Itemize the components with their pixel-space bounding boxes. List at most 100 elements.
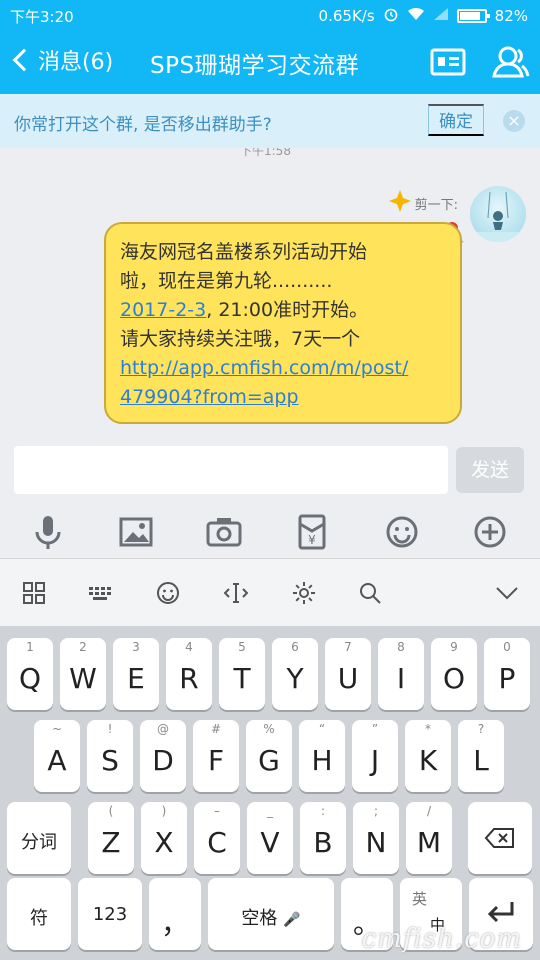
number-key[interactable]: 123 — [78, 878, 142, 950]
mic-small-icon: 🎤 — [283, 912, 301, 928]
chat-area[interactable]: 下午1:58 剪一下: 海友网冠名盖楼系列活动开始 啦，现在是第九轮......… — [0, 148, 540, 434]
confirm-button[interactable]: 确定 — [428, 104, 484, 136]
group-members-icon[interactable] — [488, 44, 530, 80]
key-q[interactable]: 1Q — [7, 638, 53, 710]
alarm-icon — [383, 6, 399, 26]
key-label: X — [154, 826, 174, 859]
plus-icon[interactable] — [470, 512, 510, 552]
key-hint: ; — [373, 804, 379, 818]
key-label: Q — [18, 662, 42, 695]
key-f[interactable]: # F — [193, 720, 239, 792]
chevron-down-icon[interactable] — [494, 581, 520, 607]
close-icon[interactable]: × — [503, 110, 525, 132]
key-label: H — [311, 744, 333, 777]
gear-icon[interactable] — [292, 581, 318, 607]
key-p[interactable]: 0P — [484, 638, 530, 710]
chevron-left-icon — [12, 48, 36, 72]
key-hint: 2 — [79, 640, 87, 654]
key-hint: @ — [157, 722, 169, 736]
sender-name: 剪一下: — [414, 197, 458, 213]
send-button[interactable]: 发送 — [456, 447, 524, 493]
banner-message: 你常打开这个群, 是否移出群助手? — [14, 115, 272, 135]
emoji-icon[interactable] — [382, 512, 422, 552]
keyboard-icon[interactable] — [88, 581, 114, 607]
message-line: 啦，现在是第九轮.......... — [120, 270, 333, 292]
status-bar: 下午3:20 0.65K/s 82% — [0, 0, 540, 30]
key-m[interactable]: / M — [406, 802, 452, 874]
key-a[interactable]: ~ A — [34, 720, 80, 792]
group-helper-banner: 你常打开这个群, 是否移出群助手? 确定 × — [0, 94, 540, 148]
key-r[interactable]: 4R — [166, 638, 212, 710]
backspace-icon — [468, 824, 532, 857]
comma-key[interactable]: ， — [149, 878, 201, 950]
key-label: D — [152, 744, 174, 777]
key-label: W — [69, 662, 97, 695]
key-hint: : — [320, 804, 326, 818]
key-label: K — [418, 744, 438, 777]
red-packet-icon[interactable]: ¥ — [292, 512, 332, 552]
grid-icon[interactable] — [22, 581, 48, 607]
key-s[interactable]: ! S — [87, 720, 133, 792]
key-n[interactable]: ; N — [353, 802, 399, 874]
message-line: 479904?from=app — [120, 383, 446, 412]
key-l[interactable]: ? L — [458, 720, 504, 792]
symbol-key[interactable]: 符 — [7, 878, 71, 950]
key-label: R — [179, 662, 199, 695]
emoji-icon[interactable] — [156, 581, 182, 607]
key-label: O — [442, 662, 466, 695]
key-h[interactable]: “H — [299, 720, 345, 792]
key-i[interactable]: 8I — [378, 638, 424, 710]
sparkle-icon — [388, 190, 411, 216]
key-hint: # — [210, 722, 222, 736]
key-label: N — [365, 826, 387, 859]
key-b[interactable]: :B — [300, 802, 346, 874]
key-label: J — [370, 744, 380, 777]
space-key[interactable]: 空格 🎤 — [208, 878, 334, 950]
key-w[interactable]: 2W — [60, 638, 106, 710]
message-timestamp: 下午1:58 — [240, 148, 291, 158]
date-link[interactable]: 2017-2-3 — [120, 299, 206, 321]
back-button[interactable]: 消息(6) — [10, 44, 113, 76]
message-bubble[interactable]: 海友网冠名盖楼系列活动开始 啦，现在是第九轮.......... 2017-2-… — [104, 222, 462, 424]
key-y[interactable]: 6Y — [272, 638, 318, 710]
key-hint: 3 — [132, 640, 140, 654]
avatar[interactable] — [470, 186, 526, 242]
cursor-icon[interactable] — [223, 581, 250, 607]
message-text: , 21:00准时开始。 — [206, 299, 369, 321]
segment-key[interactable]: 分词 — [7, 802, 71, 874]
group-card-icon[interactable] — [428, 44, 468, 80]
key-hint: ( — [108, 804, 114, 818]
key-c[interactable]: – C — [194, 802, 240, 874]
key-o[interactable]: 9O — [431, 638, 477, 710]
image-icon[interactable] — [116, 512, 156, 552]
message-line: 请大家持续关注哦，7天一个 — [120, 328, 361, 350]
watermark: cmfish.com — [361, 924, 522, 954]
lang-top-label: 英 — [412, 890, 428, 908]
camera-icon[interactable] — [204, 512, 244, 552]
key-g[interactable]: % G — [246, 720, 292, 792]
microphone-icon[interactable] — [28, 512, 68, 552]
key-k[interactable]: * K — [405, 720, 451, 792]
key-hint: 4 — [185, 640, 193, 654]
key-label: T — [233, 662, 251, 695]
battery-fill — [459, 12, 480, 20]
post-url-link-cont[interactable]: 479904?from=app — [120, 386, 299, 408]
post-url-link[interactable]: http://app.cmfish.com/m/post/ — [120, 357, 408, 379]
message-input[interactable] — [14, 446, 448, 494]
key-hint: _ — [267, 804, 273, 818]
key-t[interactable]: 5T — [219, 638, 265, 710]
key-d[interactable]: @ D — [140, 720, 186, 792]
key-j[interactable]: ” J — [352, 720, 398, 792]
key-hint: – — [214, 804, 220, 818]
key-u[interactable]: 7U — [325, 638, 371, 710]
key-v[interactable]: _ V — [247, 802, 293, 874]
key-z[interactable]: (Z — [88, 802, 134, 874]
key-x[interactable]: ) X — [141, 802, 187, 874]
key-label: Y — [286, 662, 304, 695]
backspace-key[interactable] — [468, 802, 532, 874]
message-line: 海友网冠名盖楼系列活动开始 — [120, 241, 368, 263]
search-icon[interactable] — [358, 581, 384, 607]
key-label: G — [258, 744, 280, 777]
key-hint: 6 — [291, 640, 299, 654]
key-e[interactable]: 3E — [113, 638, 159, 710]
